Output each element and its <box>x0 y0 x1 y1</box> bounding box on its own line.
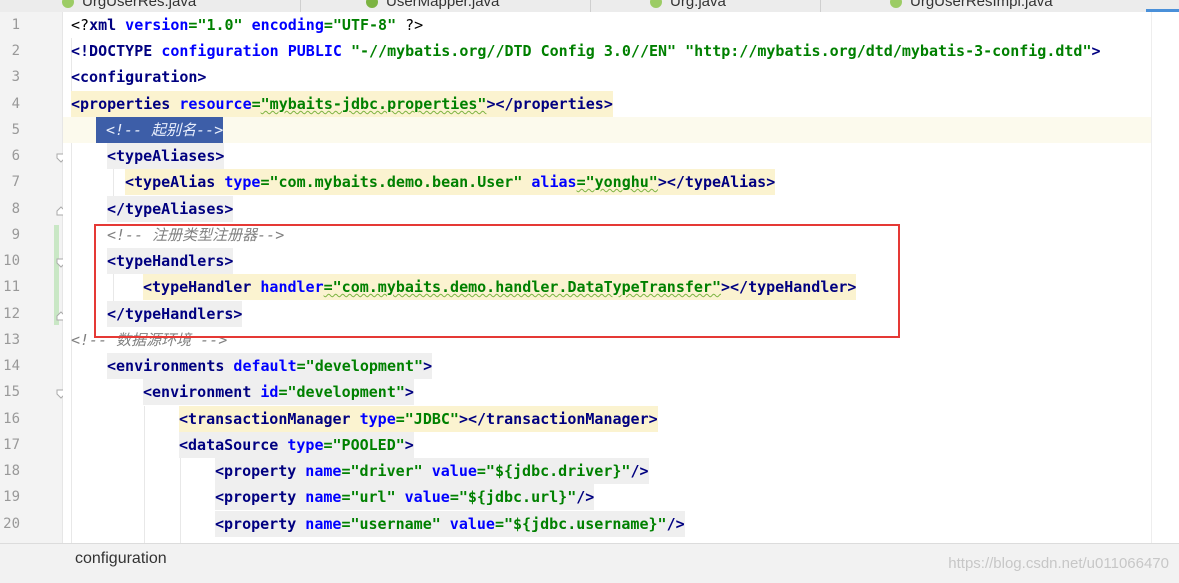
tab-separator <box>590 0 591 12</box>
line-number: 20 <box>3 516 20 532</box>
editor-scrollbar[interactable] <box>1151 12 1179 543</box>
line-number: 8 <box>11 201 20 217</box>
tab-urg[interactable]: Urg.java <box>650 0 726 12</box>
vcs-change-marker[interactable] <box>54 225 59 325</box>
line-number: 5 <box>11 122 20 138</box>
code-line[interactable]: <environment id="development"> <box>63 379 1151 405</box>
line-number: 18 <box>3 463 20 479</box>
code-line[interactable]: <!DOCTYPE configuration PUBLIC "-//mybat… <box>63 38 1151 64</box>
tab-separator <box>300 0 301 12</box>
tab-usermapper[interactable]: UserMapper.java <box>366 0 499 12</box>
code-line-current[interactable]: <!-- 起别名--> <box>63 117 1151 143</box>
tab-urguserresimpl[interactable]: UrgUserResImpl.java <box>890 0 1053 12</box>
line-number: 7 <box>11 174 20 190</box>
line-number: 13 <box>3 332 20 348</box>
line-number: 12 <box>3 306 20 322</box>
code-line[interactable]: </typeAliases> <box>63 196 1151 222</box>
line-number: 17 <box>3 437 20 453</box>
code-line[interactable]: <typeAlias type="com.mybaits.demo.bean.U… <box>63 169 1151 195</box>
code-line[interactable]: <?xml version="1.0" encoding="UTF-8" ?> <box>63 12 1151 38</box>
selected-comment: <!-- 起别名--> <box>96 117 224 143</box>
line-number: 9 <box>11 227 20 243</box>
line-number: 16 <box>3 411 20 427</box>
line-number: 4 <box>11 96 20 112</box>
java-class-icon <box>890 0 902 9</box>
java-class-icon <box>62 0 74 9</box>
highlight-annotation-box <box>94 224 900 338</box>
line-number: 1 <box>11 17 20 33</box>
line-number: 14 <box>3 358 20 374</box>
line-number: 15 <box>3 384 20 400</box>
code-line[interactable]: <properties resource="mybaits-jdbc.prope… <box>63 91 1151 117</box>
code-line[interactable]: <property name="url" value="${jdbc.url}"… <box>63 484 1151 510</box>
code-line[interactable]: <environments default="development"> <box>63 353 1151 379</box>
line-number-gutter[interactable]: 1 2 3 4 5 6 7 8 9 10 11 12 13 14 15 16 1… <box>0 12 66 543</box>
code-line[interactable]: <typeAliases> <box>63 143 1151 169</box>
line-number: 11 <box>3 279 20 295</box>
java-class-icon <box>650 0 662 9</box>
breadcrumb-bar: configuration https://blog.csdn.net/u011… <box>0 543 1179 583</box>
line-number: 10 <box>3 253 20 269</box>
java-interface-icon <box>366 0 378 9</box>
line-number: 19 <box>3 489 20 505</box>
code-line[interactable]: <property name="username" value="${jdbc.… <box>63 511 1151 537</box>
tab-separator <box>820 0 821 12</box>
code-line[interactable]: <dataSource type="POOLED"> <box>63 432 1151 458</box>
line-number: 2 <box>11 43 20 59</box>
line-number: 3 <box>11 69 20 85</box>
code-line[interactable]: <transactionManager type="JDBC"></transa… <box>63 406 1151 432</box>
tab-urguserres[interactable]: UrgUserRes.java <box>62 0 196 12</box>
breadcrumb[interactable]: configuration <box>75 550 167 568</box>
code-line[interactable]: <property name="driver" value="${jdbc.dr… <box>63 458 1151 484</box>
line-number: 6 <box>11 148 20 164</box>
watermark: https://blog.csdn.net/u011066470 <box>948 555 1169 572</box>
code-line[interactable]: <configuration> <box>63 64 1151 90</box>
